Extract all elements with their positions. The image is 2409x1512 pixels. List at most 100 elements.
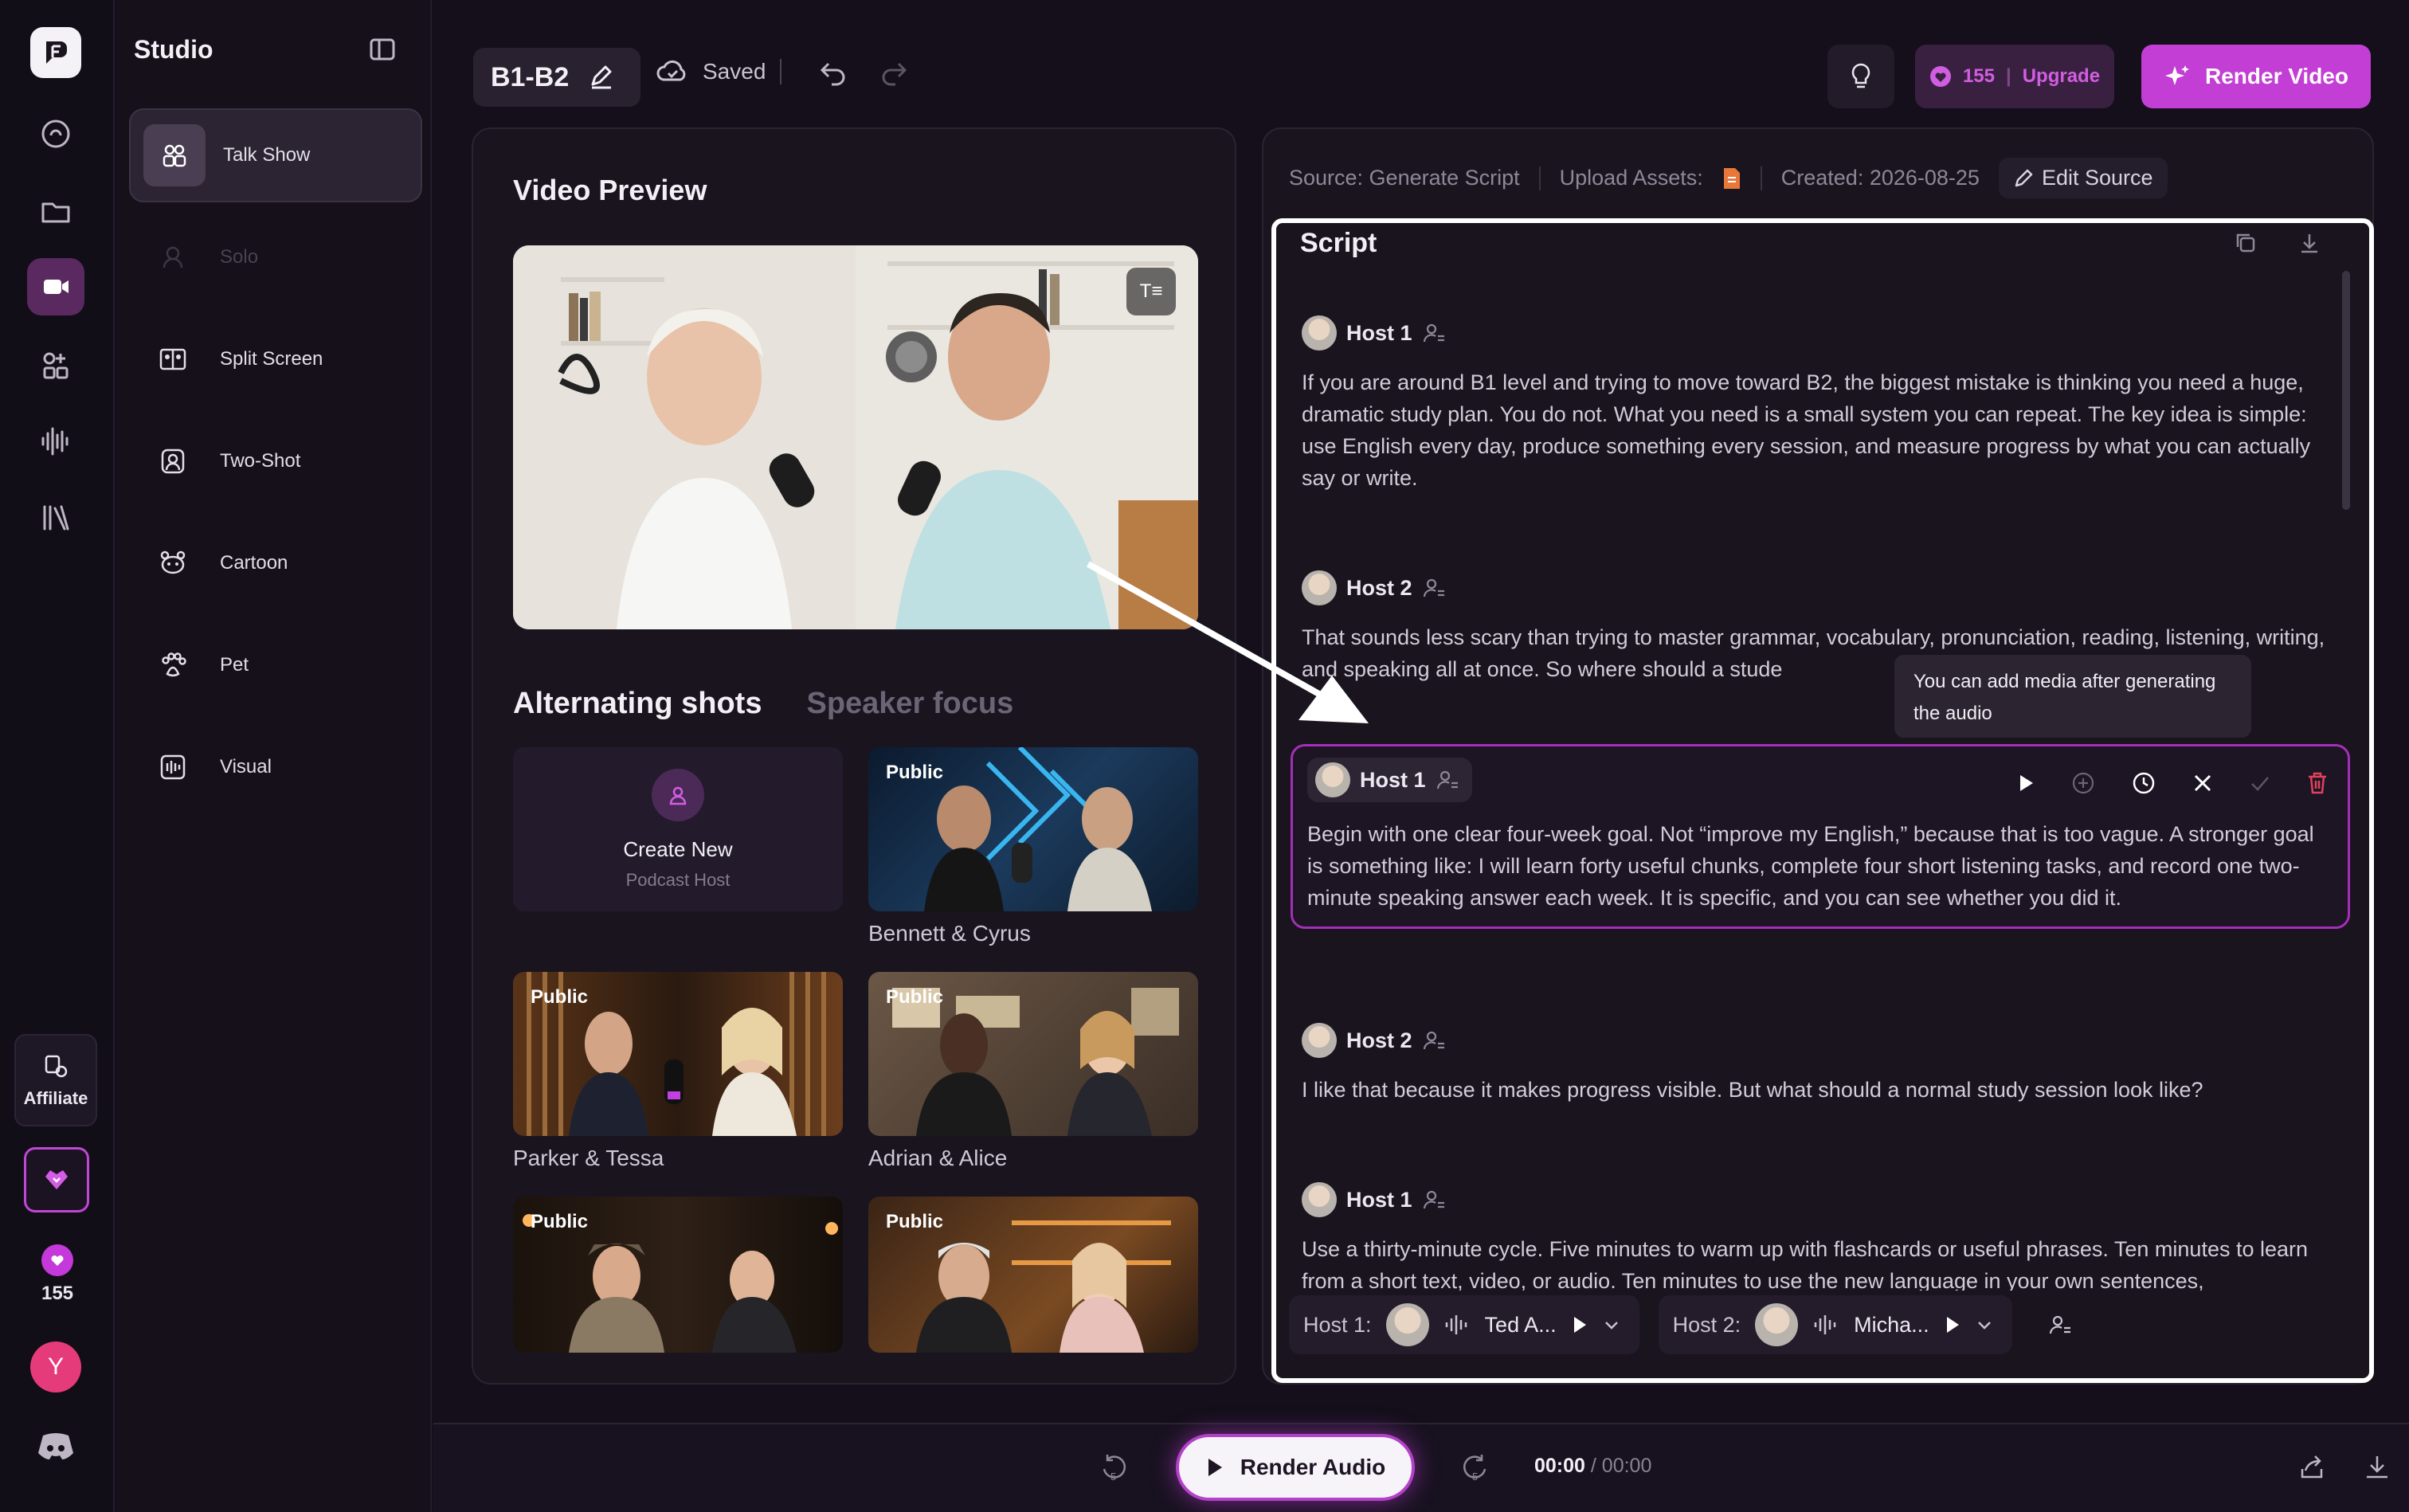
sidebar-item-split-screen[interactable]: Split Screen (129, 312, 422, 406)
library-icon[interactable] (27, 489, 84, 546)
speaker-pill[interactable]: Host 1 (1307, 758, 1472, 802)
captions-icon[interactable]: T≡ (1126, 268, 1176, 315)
host-2-voice-selector[interactable]: Host 2: Micha... (1658, 1295, 2012, 1354)
credits-counter[interactable]: 155 (25, 1244, 89, 1305)
divider (1538, 166, 1541, 190)
paw-icon (158, 650, 188, 680)
create-new-host-card[interactable]: Create New Podcast Host (513, 747, 843, 911)
script-turn[interactable]: Host 2 I like that because it makes prog… (1302, 1023, 2334, 1106)
undo-icon[interactable] (819, 59, 848, 86)
created-date: Created: 2026-08-25 (1780, 166, 1980, 190)
voice-name: Micha... (1854, 1312, 1929, 1337)
user-add-icon (652, 768, 704, 821)
script-text[interactable]: I like that because it makes progress vi… (1302, 1074, 2334, 1106)
voice-name: Ted A... (1484, 1312, 1557, 1337)
svg-text:5: 5 (1472, 1471, 1478, 1483)
host-avatar (1302, 1023, 1337, 1058)
save-status: Saved (656, 59, 782, 84)
upgrade-button[interactable]: 155 | Upgrade (1915, 45, 2114, 108)
rewind-5-icon[interactable]: 5 (1099, 1451, 1131, 1483)
pencil-icon (2015, 169, 2033, 186)
waveform-icon[interactable] (27, 413, 84, 470)
play-icon[interactable] (1944, 1315, 1961, 1334)
edit-source-button[interactable]: Edit Source (1998, 158, 2168, 198)
tips-button[interactable] (1827, 45, 1894, 108)
share-icon[interactable] (2297, 1453, 2326, 1482)
voice-settings-icon[interactable] (1422, 1189, 1446, 1211)
gift-button[interactable] (24, 1147, 89, 1212)
host-card[interactable]: Public Adrian & Alice (868, 972, 1198, 1171)
sidebar-item-visual[interactable]: Visual (129, 720, 422, 814)
sidebar-item-two-shot[interactable]: Two-Shot (129, 414, 422, 508)
credits-value: 155 (1962, 65, 1995, 87)
sidebar-item-cartoon[interactable]: Cartoon (129, 516, 422, 610)
turn-actions (2016, 770, 2329, 796)
credit-coin-icon (1929, 66, 1951, 87)
sidebar-item-pet[interactable]: Pet (129, 618, 422, 712)
undo-redo-group (819, 59, 908, 86)
host-card[interactable]: Public (868, 1197, 1198, 1353)
app-logo[interactable] (30, 27, 81, 78)
play-icon[interactable] (1571, 1315, 1588, 1334)
script-text[interactable]: If you are around B1 level and trying to… (1302, 366, 2334, 494)
download-icon[interactable] (2363, 1453, 2391, 1482)
project-name-button[interactable]: B1-B2 (473, 48, 640, 107)
add-media-icon[interactable] (2070, 770, 2096, 796)
voice-settings-icon[interactable] (1422, 322, 1446, 344)
play-icon[interactable] (2016, 773, 2035, 793)
sidebar-item-talk-show[interactable]: Talk Show (129, 108, 422, 202)
user-avatar[interactable]: Y (30, 1342, 81, 1393)
two-shot-icon (158, 446, 188, 476)
host-card[interactable]: Public (513, 1197, 843, 1353)
voice-settings-icon[interactable] (2047, 1313, 2073, 1337)
copy-icon[interactable] (2234, 231, 2258, 255)
script-turn[interactable]: Host 1 If you are around B1 level and tr… (1302, 315, 2334, 494)
host-avatar (1315, 762, 1350, 797)
shapes-icon[interactable] (27, 336, 84, 394)
public-badge: Public (886, 986, 944, 1008)
script-scrollbar[interactable] (2342, 271, 2350, 510)
render-audio-button[interactable]: Render Audio (1176, 1434, 1415, 1501)
saved-label: Saved (703, 59, 766, 84)
chevron-down-icon[interactable] (1603, 1316, 1620, 1334)
video-camera-icon[interactable] (27, 258, 84, 315)
script-text[interactable]: Use a thirty-minute cycle. Five minutes … (1302, 1233, 2334, 1291)
check-icon[interactable] (2249, 772, 2271, 794)
document-icon[interactable] (1722, 166, 1741, 190)
render-video-button[interactable]: Render Video (2141, 45, 2371, 108)
trash-icon[interactable] (2306, 771, 2329, 795)
tab-speaker-focus[interactable]: Speaker focus (806, 687, 1013, 721)
waveform-icon (1445, 1315, 1467, 1334)
host-card[interactable]: Public Bennett & Cyrus (868, 747, 1198, 946)
render-audio-label: Render Audio (1240, 1455, 1386, 1479)
host-label: Host 1: (1303, 1312, 1372, 1337)
cartoon-icon (158, 548, 188, 578)
tab-alternating-shots[interactable]: Alternating shots (513, 687, 762, 721)
redo-icon[interactable] (879, 59, 908, 86)
add-media-tooltip: You can add media after generating the a… (1894, 655, 2251, 738)
host-avatar (1302, 570, 1337, 605)
voice-settings-icon[interactable] (1422, 1029, 1446, 1052)
download-icon[interactable] (2297, 231, 2321, 255)
voice-settings-icon[interactable] (1436, 769, 1459, 791)
script-turn[interactable]: Host 1 Use a thirty-minute cycle. Five m… (1302, 1182, 2334, 1291)
host-card[interactable]: Public Parker & Tessa (513, 972, 843, 1171)
sidebar-item-label: Visual (220, 756, 272, 778)
forward-5-icon[interactable]: 5 (1458, 1451, 1490, 1483)
affiliate-button[interactable]: Affiliate (14, 1034, 97, 1126)
chevron-down-icon[interactable] (1976, 1316, 1993, 1334)
discord-icon[interactable] (35, 1431, 76, 1467)
folder-icon[interactable] (27, 183, 84, 241)
affiliate-label: Affiliate (23, 1088, 88, 1108)
video-preview-player[interactable]: T≡ (513, 245, 1198, 629)
sidebar-title: Studio (134, 35, 213, 64)
home-icon[interactable] (27, 105, 84, 163)
close-icon[interactable] (2192, 772, 2214, 794)
clock-icon[interactable] (2131, 770, 2156, 796)
host-avatar (1302, 315, 1337, 351)
host-1-voice-selector[interactable]: Host 1: Ted A... (1289, 1295, 1639, 1354)
script-turn-selected[interactable]: Host 1 Begin with one clear four-week go… (1291, 744, 2350, 929)
sidebar-toggle-icon[interactable] (368, 35, 397, 68)
script-text[interactable]: Begin with one clear four-week goal. Not… (1307, 818, 2329, 914)
voice-settings-icon[interactable] (1422, 577, 1446, 599)
